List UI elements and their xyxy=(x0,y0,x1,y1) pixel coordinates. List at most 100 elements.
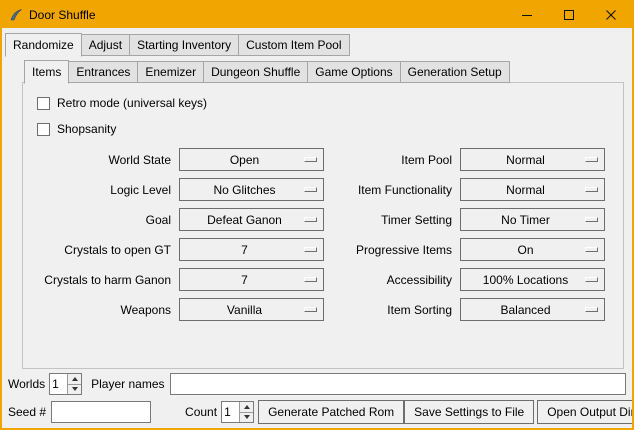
settings-grid: World State Open Item Pool Normal Logic … xyxy=(31,148,615,321)
tab-adjust[interactable]: Adjust xyxy=(81,34,130,56)
dropdown-value: Vanilla xyxy=(227,303,276,317)
window-minimize-icon xyxy=(522,10,532,20)
seed-row: Seed # Count Generate Patched Rom Save S… xyxy=(8,400,626,424)
spin-up-button[interactable] xyxy=(239,402,253,412)
shopsanity-checkbox[interactable]: Shopsanity xyxy=(37,122,615,136)
triangle-down-icon xyxy=(72,387,78,391)
secondary-tab-bar: Items Entrances Enemizer Dungeon Shuffle… xyxy=(24,60,632,83)
checkbox-box[interactable] xyxy=(37,123,50,136)
save-settings-button[interactable]: Save Settings to File xyxy=(404,400,534,424)
window-body: Randomize Adjust Starting Inventory Cust… xyxy=(2,28,632,428)
dropdown-indicator-icon xyxy=(304,277,317,282)
weapons-label: Weapons xyxy=(31,303,171,317)
maximize-button[interactable] xyxy=(548,2,590,28)
tab-generation-setup[interactable]: Generation Setup xyxy=(400,61,510,83)
dropdown-value: Defeat Ganon xyxy=(207,213,296,227)
crystals-harm-ganon-select[interactable]: 7 xyxy=(179,268,324,291)
progressive-items-select[interactable]: On xyxy=(460,238,605,261)
count-spinbox[interactable] xyxy=(221,401,254,423)
logic-level-select[interactable]: No Glitches xyxy=(179,178,324,201)
dropdown-value: Open xyxy=(230,153,273,167)
tab-enemizer[interactable]: Enemizer xyxy=(137,61,204,83)
tab-randomize[interactable]: Randomize xyxy=(5,33,82,57)
timer-setting-label: Timer Setting xyxy=(332,213,452,227)
worlds-spinbox[interactable] xyxy=(49,373,82,395)
accessibility-select[interactable]: 100% Locations xyxy=(460,268,605,291)
tab-game-options[interactable]: Game Options xyxy=(307,61,400,83)
title-bar: Door Shuffle xyxy=(2,2,632,28)
checkbox-label: Shopsanity xyxy=(57,122,116,136)
window-maximize-icon xyxy=(564,10,574,20)
dropdown-value: Normal xyxy=(506,183,559,197)
footer-controls: Worlds Player names Seed # Count xyxy=(8,373,626,424)
item-functionality-label: Item Functionality xyxy=(332,183,452,197)
item-sorting-label: Item Sorting xyxy=(332,303,452,317)
door-shuffle-window: Door Shuffle Randomize Adjust Starting I… xyxy=(0,0,634,430)
checkbox-label: Retro mode (universal keys) xyxy=(57,96,207,110)
dropdown-indicator-icon xyxy=(585,217,598,222)
triangle-up-icon xyxy=(72,377,78,381)
weapons-select[interactable]: Vanilla xyxy=(179,298,324,321)
app-icon xyxy=(8,7,24,23)
item-functionality-select[interactable]: Normal xyxy=(460,178,605,201)
timer-setting-select[interactable]: No Timer xyxy=(460,208,605,231)
spin-arrows xyxy=(239,402,253,422)
crystals-open-gt-select[interactable]: 7 xyxy=(179,238,324,261)
accessibility-label: Accessibility xyxy=(332,273,452,287)
crystals-harm-ganon-label: Crystals to harm Ganon xyxy=(31,273,171,287)
item-pool-select[interactable]: Normal xyxy=(460,148,605,171)
count-label: Count xyxy=(185,405,217,419)
window-controls xyxy=(506,2,632,28)
minimize-button[interactable] xyxy=(506,2,548,28)
dropdown-value: Balanced xyxy=(500,303,564,317)
seed-input[interactable] xyxy=(51,401,151,423)
dropdown-indicator-icon xyxy=(304,187,317,192)
worlds-label: Worlds xyxy=(8,377,45,391)
dropdown-indicator-icon xyxy=(585,277,598,282)
dropdown-indicator-icon xyxy=(585,307,598,312)
player-names-label: Player names xyxy=(91,377,164,391)
dropdown-value: No Glitches xyxy=(213,183,289,197)
dropdown-indicator-icon xyxy=(585,187,598,192)
tab-entrances[interactable]: Entrances xyxy=(68,61,138,83)
logic-level-label: Logic Level xyxy=(31,183,171,197)
dropdown-indicator-icon xyxy=(304,217,317,222)
retro-mode-checkbox[interactable]: Retro mode (universal keys) xyxy=(37,96,615,110)
close-button[interactable] xyxy=(590,2,632,28)
spin-up-button[interactable] xyxy=(67,374,81,384)
dropdown-value: 100% Locations xyxy=(483,273,582,287)
primary-tab-bar: Randomize Adjust Starting Inventory Cust… xyxy=(5,33,632,56)
dropdown-indicator-icon xyxy=(304,307,317,312)
tab-custom-item-pool[interactable]: Custom Item Pool xyxy=(238,34,349,56)
goal-select[interactable]: Defeat Ganon xyxy=(179,208,324,231)
dropdown-value: On xyxy=(517,243,547,257)
triangle-down-icon xyxy=(244,415,250,419)
worlds-input[interactable] xyxy=(50,374,67,394)
spin-down-button[interactable] xyxy=(239,412,253,423)
worlds-row: Worlds Player names xyxy=(8,373,626,395)
seed-label: Seed # xyxy=(8,405,46,419)
tab-dungeon-shuffle[interactable]: Dungeon Shuffle xyxy=(203,61,308,83)
tab-items[interactable]: Items xyxy=(24,60,69,84)
triangle-up-icon xyxy=(244,405,250,409)
world-state-label: World State xyxy=(31,153,171,167)
items-pane: Retro mode (universal keys) Shopsanity W… xyxy=(22,82,624,369)
dropdown-value: 7 xyxy=(241,243,262,257)
open-output-directory-button[interactable]: Open Output Directory xyxy=(537,400,634,424)
dropdown-indicator-icon xyxy=(304,157,317,162)
player-names-input[interactable] xyxy=(170,373,627,395)
spin-down-button[interactable] xyxy=(67,384,81,395)
goal-label: Goal xyxy=(31,213,171,227)
checkbox-box[interactable] xyxy=(37,97,50,110)
dropdown-indicator-icon xyxy=(304,247,317,252)
tab-starting-inventory[interactable]: Starting Inventory xyxy=(129,34,239,56)
world-state-select[interactable]: Open xyxy=(179,148,324,171)
item-sorting-select[interactable]: Balanced xyxy=(460,298,605,321)
dropdown-value: No Timer xyxy=(501,213,564,227)
window-close-icon xyxy=(606,10,616,20)
count-input[interactable] xyxy=(222,402,239,422)
tk-feather-icon xyxy=(9,8,23,22)
generate-patched-rom-button[interactable]: Generate Patched Rom xyxy=(258,400,404,424)
progressive-items-label: Progressive Items xyxy=(332,243,452,257)
spin-arrows xyxy=(67,374,81,394)
